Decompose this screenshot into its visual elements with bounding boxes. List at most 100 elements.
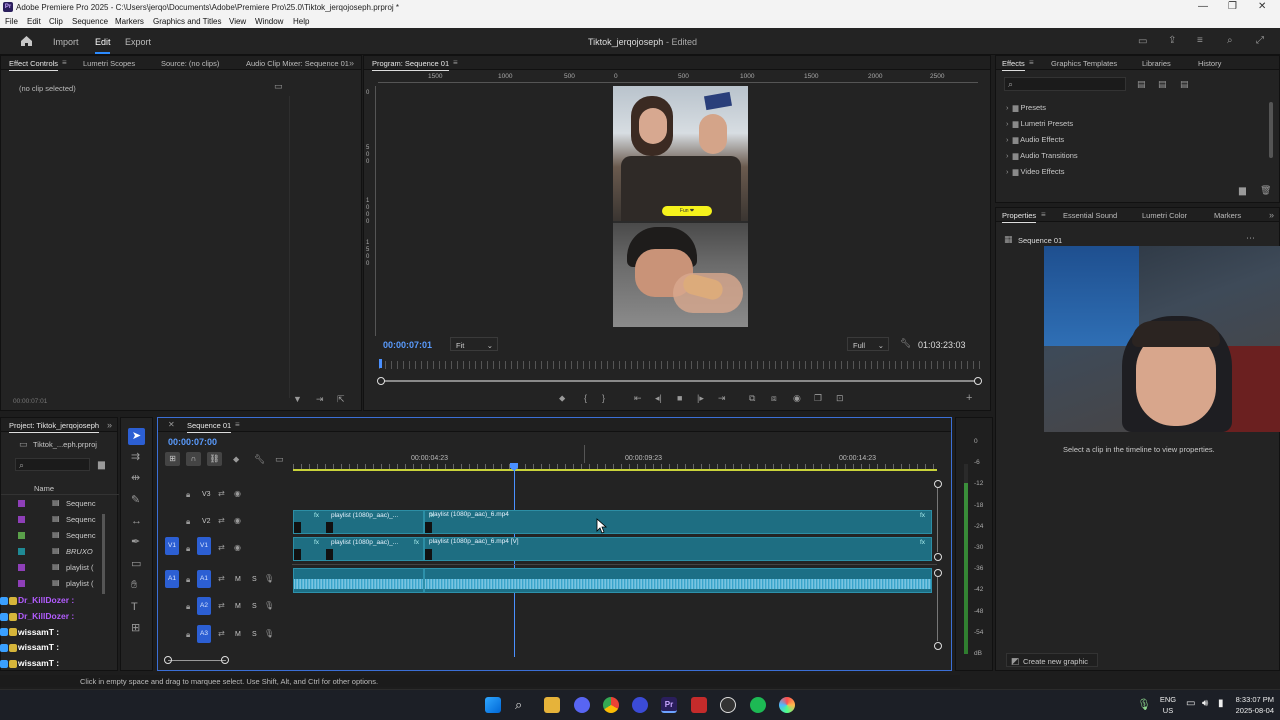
close-icon[interactable]: ✕: [1258, 1, 1266, 12]
tab-effect-controls[interactable]: Effect Controls: [9, 59, 59, 71]
workspaces-icon[interactable]: ▭: [1138, 37, 1147, 47]
delete-icon[interactable]: 🗑︎: [1260, 186, 1271, 195]
program-menu-icon[interactable]: ≡: [453, 59, 458, 67]
program-zoom-bar[interactable]: [379, 380, 979, 382]
go-to-out-icon[interactable]: ⇥: [718, 394, 726, 403]
menu-markers[interactable]: Markers: [115, 17, 144, 26]
project-item[interactable]: ▤ Sequenc: [16, 497, 106, 513]
sync-lock-icon[interactable]: ⇄: [218, 517, 225, 525]
import-tab[interactable]: Import: [53, 37, 79, 47]
timeline-zoom-bar[interactable]: [168, 660, 226, 661]
effects-folder[interactable]: › ▆ Lumetri Presets: [1006, 119, 1256, 135]
arc-icon[interactable]: [632, 697, 648, 713]
project-item[interactable]: ▤ Sequenc: [16, 513, 106, 529]
solo-button[interactable]: S: [252, 603, 257, 610]
menu-view[interactable]: View: [229, 17, 246, 26]
v-scroll-handle-top[interactable]: [934, 480, 942, 488]
tab-project[interactable]: Project: Tiktok_jerqojoseph: [9, 421, 100, 433]
mark-out-icon[interactable]: }: [602, 394, 605, 403]
home-icon[interactable]: [20, 35, 33, 47]
type-tool-icon[interactable]: T: [131, 602, 138, 613]
add-marker-icon[interactable]: ⬥: [559, 394, 565, 403]
accelerated-effects-icon[interactable]: ▤: [1137, 80, 1146, 89]
sync-lock-icon[interactable]: ⇄: [218, 575, 225, 583]
project-item[interactable]: ▤ playlist (: [16, 577, 106, 593]
track-select-icon[interactable]: ⇉: [131, 452, 140, 463]
v-scroll-handle-bottom[interactable]: [934, 553, 942, 561]
timeline-menu-icon[interactable]: ≡: [235, 421, 240, 429]
project-search-input[interactable]: ⌕: [15, 458, 90, 471]
mark-in-icon[interactable]: {: [584, 394, 587, 403]
sync-lock-icon[interactable]: ⇄: [218, 630, 225, 638]
more-tabs-icon[interactable]: »: [1269, 211, 1274, 220]
a-scrollbar[interactable]: [937, 577, 938, 641]
new-bin-icon[interactable]: ▆: [1239, 186, 1246, 195]
eye-icon[interactable]: ◉: [234, 517, 241, 525]
zoom-handle-right[interactable]: [221, 656, 229, 664]
clip-v1-a[interactable]: playlist (1080p_aac)_... fx: [293, 537, 424, 561]
share-icon[interactable]: ⇪: [1168, 36, 1176, 46]
mic-icon[interactable]: 🎙︎: [264, 602, 274, 610]
maximize-icon[interactable]: ❐: [1228, 1, 1237, 12]
vr-icon[interactable]: ⊡: [836, 394, 844, 403]
project-item[interactable]: ▤ BRUXO: [16, 545, 106, 561]
sync-lock-icon[interactable]: ⇄: [218, 544, 225, 552]
spotify-icon[interactable]: [750, 697, 766, 713]
nest-toggle-icon[interactable]: ⊞: [165, 452, 180, 466]
program-timecode[interactable]: 00:00:07:01: [383, 340, 432, 350]
effects-menu-icon[interactable]: ≡: [1029, 59, 1034, 67]
sync-lock-icon[interactable]: ⇄: [218, 602, 225, 610]
tab-properties[interactable]: Properties: [1002, 211, 1037, 223]
obs-icon[interactable]: [720, 697, 736, 713]
file-explorer-icon[interactable]: [544, 697, 560, 713]
program-mini-ruler[interactable]: [379, 361, 982, 369]
toggle-timeline-icon[interactable]: ▭: [274, 82, 283, 91]
linked-selection-icon[interactable]: ⛓: [207, 452, 222, 466]
battery-icon[interactable]: ▮: [1218, 698, 1224, 709]
yuv-effects-icon[interactable]: ▤: [1180, 80, 1189, 89]
name-column-header[interactable]: Name: [34, 484, 54, 493]
tab-sequence[interactable]: Sequence 01: [187, 421, 232, 433]
effects-search-input[interactable]: ⌕: [1004, 77, 1126, 91]
fullscreen-icon[interactable]: ⤢: [1256, 36, 1264, 46]
project-scrollbar[interactable]: [102, 514, 105, 594]
menu-clip[interactable]: Clip: [49, 17, 63, 26]
language-code[interactable]: ENG: [1158, 695, 1178, 704]
step-back-icon[interactable]: ◂|: [655, 394, 662, 403]
work-area-bar[interactable]: [293, 469, 937, 471]
panel-menu-icon[interactable]: ≡: [62, 59, 67, 67]
clock-time[interactable]: 8:33:07 PM: [1226, 695, 1274, 704]
colorful-app-icon[interactable]: [779, 697, 795, 713]
play-only-icon[interactable]: ⇥: [316, 395, 324, 404]
eye-icon[interactable]: ◉: [234, 490, 241, 498]
32bit-effects-icon[interactable]: ▤: [1158, 80, 1167, 89]
tab-history[interactable]: History: [1198, 59, 1221, 68]
source-patch-v1[interactable]: V1: [165, 537, 179, 555]
hand-tool-icon[interactable]: ✋︎: [131, 580, 137, 591]
quality-select[interactable]: Full ⌄: [847, 337, 889, 351]
menu-file[interactable]: File: [5, 17, 18, 26]
mute-button[interactable]: M: [235, 603, 241, 610]
zoom-handle-left[interactable]: [164, 656, 172, 664]
timeline-ruler[interactable]: 00:00:04:23 00:00:09:23 00:00:14:23: [293, 452, 938, 471]
snap-icon[interactable]: ∩: [186, 452, 201, 466]
menu-sequence[interactable]: Sequence: [72, 17, 108, 26]
rectangle-tool-icon[interactable]: ▭: [131, 559, 141, 570]
mic-icon[interactable]: 🎙︎: [264, 630, 274, 638]
camera-icon[interactable]: ◉: [793, 394, 801, 403]
program-video-frame[interactable]: Fun ❤: [613, 86, 748, 327]
stop-icon[interactable]: ■: [677, 394, 682, 403]
search-icon[interactable]: ⌕: [515, 697, 522, 713]
more-tabs-icon[interactable]: »: [349, 59, 354, 68]
overwrite-icon[interactable]: ⧈: [771, 394, 777, 403]
button-editor-plus-icon[interactable]: +: [966, 393, 972, 404]
create-graphic-button[interactable]: ◩ Create new graphic: [1006, 653, 1098, 667]
settings-wrench-icon[interactable]: 🔧︎: [900, 339, 911, 348]
clip-v2-a[interactable]: playlist (1080p_aac)_... fx: [293, 510, 424, 534]
a-scroll-handle-top[interactable]: [934, 569, 942, 577]
lock-icon[interactable]: 🔒︎: [186, 575, 190, 585]
tab-libraries[interactable]: Libraries: [1142, 59, 1171, 68]
timeline-settings-icon[interactable]: 🔧︎: [254, 455, 265, 464]
lock-icon[interactable]: 🔒︎: [186, 544, 190, 554]
menu-window[interactable]: Window: [255, 17, 283, 26]
